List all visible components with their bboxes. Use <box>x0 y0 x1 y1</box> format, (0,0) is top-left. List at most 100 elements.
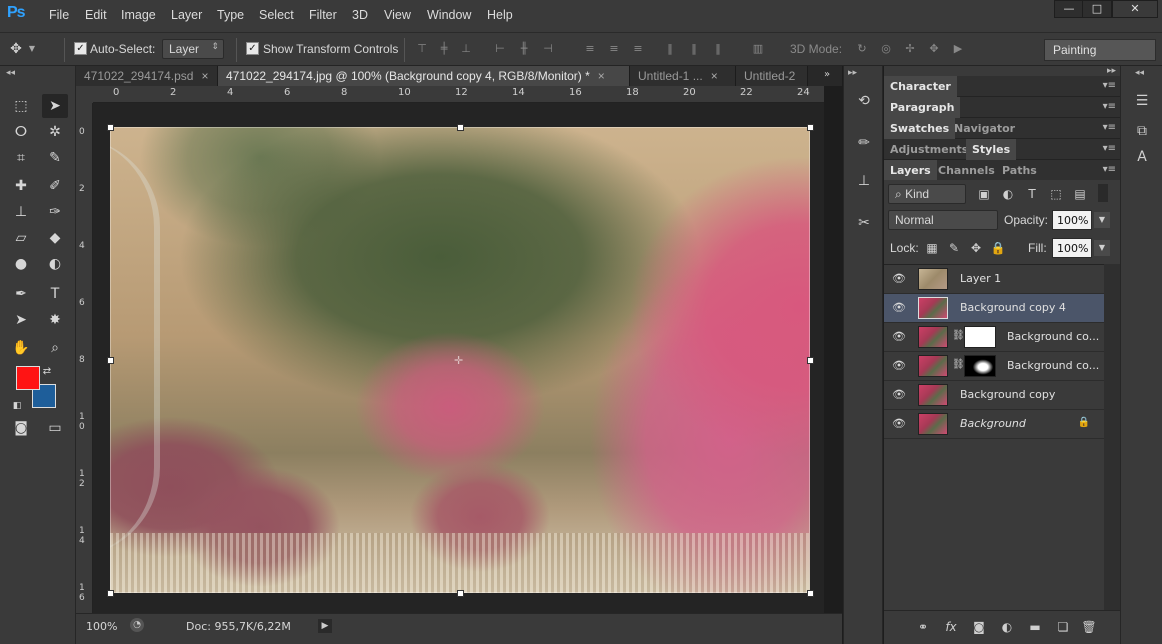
magic-wand-tool-icon[interactable]: ✲ <box>42 120 68 144</box>
pen-tool-icon[interactable]: ✒ <box>8 282 34 306</box>
layer-mask-thumbnail[interactable] <box>964 355 996 377</box>
new-group-icon[interactable]: ▬ <box>1026 619 1044 635</box>
tab-paragraph[interactable]: Paragraph <box>884 97 961 118</box>
transform-handle-bottom-right[interactable] <box>807 590 814 597</box>
close-tab-icon[interactable]: × <box>201 69 208 83</box>
adjustment-layer-icon[interactable]: ◐ <box>998 619 1016 635</box>
panel-menu-icon[interactable]: ▾≡ <box>1103 101 1116 112</box>
zoom-tool-icon[interactable]: ⌕ <box>42 336 68 360</box>
menu-file[interactable]: File <box>49 8 69 22</box>
layer-style-fx-icon[interactable]: fx <box>942 619 960 635</box>
swap-colors-icon[interactable]: ⇄ <box>40 360 54 384</box>
transform-handle-top-left[interactable] <box>107 124 114 131</box>
menu-layer[interactable]: Layer <box>171 8 202 22</box>
transform-handle-top[interactable] <box>457 124 464 131</box>
lasso-tool-icon[interactable]: ⵔ <box>8 120 34 144</box>
align-vcenter-icon[interactable]: ╪ <box>436 42 452 56</box>
vertical-ruler[interactable]: 0 2 4 6 8 10 12 14 16 <box>76 103 93 613</box>
layer-row-selected[interactable]: 👁 Background copy 4 <box>884 294 1104 323</box>
type-tool-icon[interactable]: T <box>42 282 68 306</box>
paint-bucket-tool-icon[interactable]: ◆ <box>42 226 68 250</box>
doc-tab-active[interactable]: 471022_294174.jpg @ 100% (Background cop… <box>218 66 630 86</box>
menu-view[interactable]: View <box>384 8 411 22</box>
link-layers-icon[interactable]: ⚭ <box>914 619 932 635</box>
collapse-arrows-icon[interactable]: ◂◂ <box>6 68 15 78</box>
move-tool-icon[interactable]: ➤ <box>42 94 68 118</box>
lock-position-icon[interactable]: ✥ <box>968 240 984 256</box>
transform-handle-bottom[interactable] <box>457 590 464 597</box>
close-window-button[interactable]: ✕ <box>1112 0 1158 18</box>
align-top-icon[interactable]: ⊤ <box>414 42 430 56</box>
distribute-bottom-icon[interactable]: ≡ <box>630 42 646 56</box>
filter-adjustment-icon[interactable]: ◐ <box>1000 186 1016 202</box>
status-menu-arrow-icon[interactable]: ▶ <box>318 619 332 633</box>
tab-channels[interactable]: Channels <box>932 160 1001 181</box>
properties-sliders-icon[interactable]: ☰ <box>1131 90 1153 112</box>
opacity-chevron-down-icon[interactable]: ▼ <box>1094 212 1110 228</box>
marquee-tool-icon[interactable]: ⬚ <box>8 94 34 118</box>
filter-shape-icon[interactable]: ⬚ <box>1048 186 1064 202</box>
add-mask-icon[interactable]: ◙ <box>970 619 988 635</box>
visibility-eye-icon[interactable]: 👁 <box>892 302 906 314</box>
screen-mode-icon[interactable]: ▭ <box>42 416 68 440</box>
glyphs-panel-icon[interactable]: A <box>1131 146 1153 168</box>
transform-center-icon[interactable]: ✛ <box>454 354 463 367</box>
collapse-arrows-icon[interactable]: ◂◂ <box>1135 68 1144 78</box>
show-transform-checkbox[interactable]: ✓ <box>246 42 259 55</box>
hand-tool-icon[interactable]: ✋ <box>8 336 34 360</box>
panel-menu-icon[interactable]: ▾≡ <box>1103 143 1116 154</box>
doc-tab-untitled-2[interactable]: Untitled-2 <box>736 66 808 86</box>
lock-all-icon[interactable]: 🔒 <box>990 240 1006 256</box>
layer-mask-thumbnail[interactable] <box>964 326 996 348</box>
transform-handle-right[interactable] <box>807 357 814 364</box>
3d-rotate-icon[interactable]: ↻ <box>854 42 870 56</box>
auto-select-target-dropdown[interactable]: Layer ⇕ <box>162 39 224 59</box>
move-tool-preset-icon[interactable]: ✥ <box>8 42 24 56</box>
eraser-tool-icon[interactable]: ▱ <box>8 226 34 250</box>
mask-link-icon[interactable]: ⛓ <box>952 330 965 344</box>
custom-shape-tool-icon[interactable]: ✸ <box>42 308 68 332</box>
distribute-right-icon[interactable]: ‖ <box>710 42 726 56</box>
menu-window[interactable]: Window <box>427 8 471 22</box>
visibility-eye-icon[interactable]: 👁 <box>892 273 906 285</box>
eyedropper-tool-icon[interactable]: ✎ <box>42 146 68 170</box>
transform-handle-top-right[interactable] <box>807 124 814 131</box>
distribute-vcenter-icon[interactable]: ≡ <box>606 42 622 56</box>
fill-chevron-down-icon[interactable]: ▼ <box>1094 240 1110 256</box>
visibility-eye-icon[interactable]: 👁 <box>892 360 906 372</box>
menu-edit[interactable]: Edit <box>85 8 107 22</box>
workspace-switcher[interactable]: Painting <box>1044 39 1156 61</box>
transform-handle-left[interactable] <box>107 357 114 364</box>
filter-smart-object-icon[interactable]: ▤ <box>1072 186 1088 202</box>
align-left-icon[interactable]: ⊢ <box>492 42 508 56</box>
visibility-eye-icon[interactable]: 👁 <box>892 331 906 343</box>
menu-image[interactable]: Image <box>121 8 156 22</box>
ruler-origin[interactable] <box>76 86 93 103</box>
brush-tool-icon[interactable]: ✐ <box>42 174 68 198</box>
layers-scrollbar[interactable] <box>1104 264 1120 610</box>
panel-menu-icon[interactable]: ▾≡ <box>1103 80 1116 91</box>
tab-adjustments[interactable]: Adjustments <box>884 139 974 160</box>
filter-type-icon[interactable]: T <box>1024 186 1040 202</box>
tab-layers[interactable]: Layers <box>884 160 937 181</box>
dodge-tool-icon[interactable]: ◐ <box>42 252 68 276</box>
horizontal-ruler[interactable]: 0 2 4 6 8 10 12 14 16 18 20 22 24 <box>93 86 824 103</box>
collapse-arrows-icon[interactable]: ▸▸ <box>1107 66 1116 76</box>
lock-pixels-icon[interactable]: ✎ <box>946 240 962 256</box>
layer-filter-kind-dropdown[interactable]: ⌕ Kind <box>888 184 966 204</box>
tab-swatches[interactable]: Swatches <box>884 118 956 139</box>
minimize-button[interactable]: — <box>1054 0 1084 18</box>
tab-character[interactable]: Character <box>884 76 957 97</box>
foreground-color-swatch[interactable] <box>16 366 40 390</box>
visibility-eye-icon[interactable]: 👁 <box>892 389 906 401</box>
layer-row[interactable]: 👁 Layer 1 <box>884 265 1104 294</box>
menu-help[interactable]: Help <box>487 8 513 22</box>
doc-tab-untitled-1[interactable]: Untitled-1 ... × <box>630 66 736 86</box>
layer-row[interactable]: 👁 Background 🔒 <box>884 410 1104 439</box>
tool-presets-icon[interactable]: ✂ <box>853 212 875 234</box>
align-hcenter-icon[interactable]: ╫ <box>516 42 532 56</box>
distribute-hcenter-icon[interactable]: ‖ <box>686 42 702 56</box>
blur-tool-icon[interactable]: ● <box>8 252 34 276</box>
healing-brush-tool-icon[interactable]: ✚ <box>8 174 34 198</box>
brush-presets-icon[interactable]: ✏ <box>853 132 875 154</box>
